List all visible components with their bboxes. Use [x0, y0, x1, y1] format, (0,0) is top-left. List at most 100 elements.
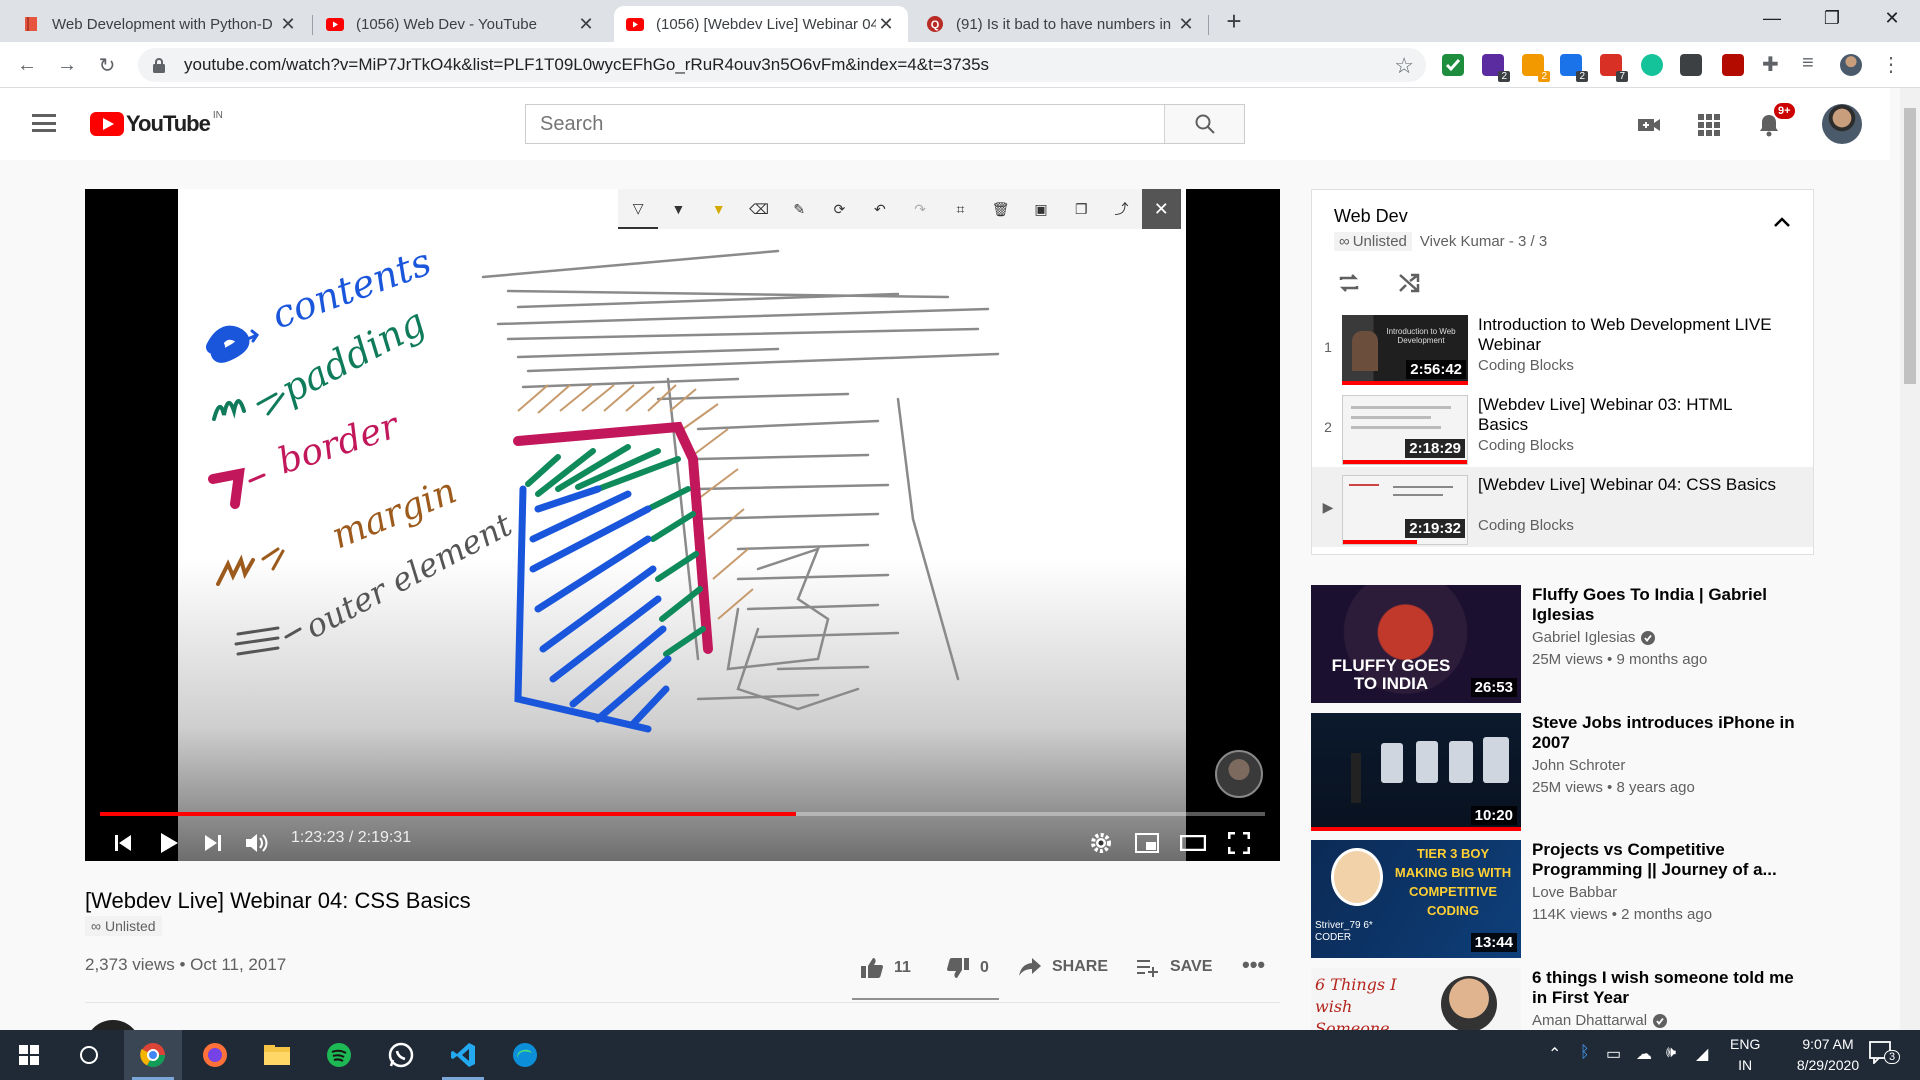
close-tab-icon[interactable]: ✕: [576, 14, 596, 35]
create-video-icon[interactable]: [1636, 112, 1662, 138]
play-button[interactable]: [149, 825, 189, 861]
whiteboard-frame: contents padding border margin outer ele…: [178, 189, 1186, 861]
next-icon: [205, 835, 221, 851]
notification-count: 3: [1884, 1050, 1901, 1064]
settings-button[interactable]: [1083, 825, 1119, 861]
theater-mode-button[interactable]: [1175, 825, 1211, 861]
eraser-tool-icon[interactable]: ⌫: [739, 189, 779, 229]
close-tab-icon[interactable]: ✕: [876, 14, 896, 35]
bluetooth-icon[interactable]: ᛒ: [1580, 1044, 1590, 1062]
miniplayer-button[interactable]: [1129, 825, 1165, 861]
chevron-up-icon[interactable]: [1773, 216, 1791, 228]
recommended-video[interactable]: 10:20 Steve Jobs introduces iPhone in 20…: [1311, 713, 1811, 833]
reload-button[interactable]: ↻: [92, 50, 122, 80]
system-clock[interactable]: 9:07 AM 8/29/2020: [1778, 1034, 1878, 1076]
close-window-button[interactable]: ✕: [1862, 0, 1920, 36]
shuffle-icon[interactable]: [1396, 270, 1422, 296]
next-button[interactable]: [195, 825, 231, 861]
vscode-taskbar-icon[interactable]: [434, 1030, 492, 1080]
volume-button[interactable]: [239, 825, 275, 861]
maximize-window-button[interactable]: ❐: [1802, 0, 1862, 36]
undo-icon[interactable]: ↶: [860, 189, 900, 229]
progress-bar[interactable]: [100, 812, 1265, 816]
playlist-title[interactable]: Web Dev: [1334, 206, 1408, 227]
playlist-item[interactable]: 1 Introduction to Web Development 2:56:4…: [1312, 307, 1813, 387]
recommended-video[interactable]: FLUFFY GOES TO INDIA 26:53 Fluffy Goes T…: [1311, 585, 1811, 705]
extension-icon[interactable]: 7: [1600, 54, 1628, 82]
page-scrollbar-thumb[interactable]: [1904, 108, 1916, 384]
loop-icon[interactable]: [1336, 270, 1362, 296]
windows-start-icon[interactable]: [0, 1030, 58, 1080]
line-tool-icon[interactable]: ✎: [779, 189, 819, 229]
minimize-window-button[interactable]: —: [1742, 0, 1802, 36]
crop-icon[interactable]: ⌗: [940, 189, 980, 229]
news-extension-icon[interactable]: [1680, 54, 1702, 76]
share-button[interactable]: SHARE: [1018, 957, 1108, 977]
marker-tool-icon[interactable]: ▼: [658, 189, 698, 229]
playlist-item-now-playing[interactable]: ▶ 2:19:32 [Webdev Live] Webinar 04: CSS …: [1312, 467, 1813, 547]
forward-button[interactable]: →: [52, 50, 82, 80]
action-center-icon[interactable]: 3: [1868, 1040, 1901, 1070]
previous-button[interactable]: [105, 825, 141, 861]
browser-tab-web-dev-youtube[interactable]: (1056) Web Dev - YouTube ✕: [314, 6, 608, 42]
whatsapp-taskbar-icon[interactable]: [372, 1030, 430, 1080]
volume-tray-icon[interactable]: 🕪: [1666, 1044, 1676, 1062]
close-tab-icon[interactable]: ✕: [278, 14, 298, 35]
pdf-extension-icon[interactable]: [1722, 54, 1744, 76]
close-toolbar-icon[interactable]: ✕: [1141, 189, 1181, 229]
search-circle-icon[interactable]: [60, 1030, 118, 1080]
spotify-taskbar-icon[interactable]: [310, 1030, 368, 1080]
edge-taskbar-icon[interactable]: [496, 1030, 554, 1080]
select-tool-icon[interactable]: ⟳: [819, 189, 859, 229]
address-bar[interactable]: youtube.com/watch?v=MiP7JrTkO4k&list=PLF…: [138, 48, 1426, 82]
account-avatar[interactable]: [1822, 104, 1862, 144]
extensions-puzzle-icon[interactable]: ✚: [1762, 52, 1784, 76]
browser-tab-web-development-python[interactable]: Web Development with Python-D ✕: [10, 6, 310, 42]
video-player[interactable]: contents padding border margin outer ele…: [85, 189, 1280, 861]
extension-icon[interactable]: 2: [1560, 54, 1588, 82]
highlighter-tool-icon[interactable]: ▼: [699, 189, 739, 229]
grammarly-icon[interactable]: [1641, 54, 1663, 76]
more-actions-icon[interactable]: •••: [1242, 952, 1265, 978]
battery-icon[interactable]: ▭: [1606, 1044, 1621, 1064]
search-button[interactable]: [1164, 105, 1244, 143]
apps-grid-icon[interactable]: [1696, 112, 1722, 138]
playlist-item[interactable]: 2 2:18:29 [Webdev Live] Webinar 03: HTML…: [1312, 387, 1813, 467]
extension-icon[interactable]: 2: [1522, 54, 1550, 82]
recommended-video[interactable]: 6 Things I wish Someone should have 6 th…: [1311, 968, 1811, 1030]
page-scrollbar[interactable]: [1900, 88, 1920, 1030]
browser-tab-quora[interactable]: Q (91) Is it bad to have numbers in ✕: [914, 6, 1208, 42]
bookmark-star-icon[interactable]: ☆: [1394, 53, 1414, 79]
youtube-logo[interactable]: YouTube IN: [90, 110, 223, 136]
share-icon[interactable]: ⤴: [1101, 189, 1141, 229]
redo-icon[interactable]: ↷: [900, 189, 940, 229]
firefox-taskbar-icon[interactable]: [186, 1030, 244, 1080]
browser-tab-webinar-04[interactable]: (1056) [Webdev Live] Webinar 04 ✕: [614, 6, 908, 42]
dislike-button[interactable]: 0: [946, 957, 989, 979]
fullscreen-button[interactable]: [1221, 825, 1257, 861]
chevron-up-tray-icon[interactable]: ⌃: [1548, 1044, 1561, 1064]
file-explorer-taskbar-icon[interactable]: [248, 1030, 306, 1080]
profile-avatar[interactable]: [1840, 54, 1862, 76]
like-button[interactable]: 11: [860, 957, 911, 979]
close-tab-icon[interactable]: ✕: [1176, 14, 1196, 35]
pen-tool-icon[interactable]: ▽: [618, 189, 659, 229]
save-button[interactable]: SAVE: [1136, 957, 1212, 977]
back-button[interactable]: ←: [12, 50, 42, 80]
recommended-video[interactable]: TIER 3 BOY MAKING BIG WITH COMPETITIVE C…: [1311, 840, 1811, 960]
trash-icon[interactable]: 🗑: [981, 189, 1021, 229]
media-controls-icon[interactable]: ≡: [1802, 52, 1824, 74]
extension-icon[interactable]: 2: [1482, 54, 1510, 82]
view-count-date: 2,373 views • Oct 11, 2017: [85, 955, 287, 974]
copy-icon[interactable]: ❐: [1061, 189, 1101, 229]
chrome-taskbar-icon[interactable]: [124, 1030, 182, 1080]
browser-menu-icon[interactable]: ⋮: [1880, 52, 1902, 76]
new-tab-button[interactable]: +: [1220, 8, 1248, 36]
language-indicator[interactable]: ENG IN: [1730, 1034, 1760, 1076]
wifi-icon[interactable]: ◢: [1696, 1044, 1708, 1064]
search-input[interactable]: [526, 105, 1164, 143]
hamburger-menu-icon[interactable]: [32, 114, 56, 132]
checkmark-extension-icon[interactable]: [1442, 54, 1464, 76]
save-icon[interactable]: ▣: [1021, 189, 1061, 229]
onedrive-cloud-icon[interactable]: ☁: [1636, 1044, 1652, 1064]
